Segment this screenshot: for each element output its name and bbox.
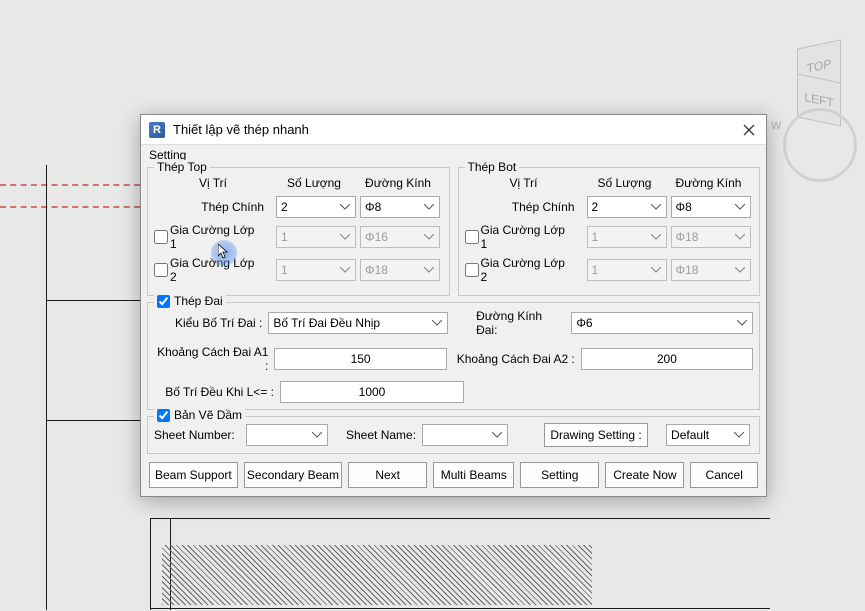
compass-ring[interactable] — [783, 108, 857, 182]
thep-bot-legend: Thép Bot — [465, 160, 520, 174]
khoang-cach-a2-input[interactable] — [581, 348, 753, 370]
compass-w-label: W — [771, 120, 781, 132]
secondary-beam-button[interactable]: Secondary Beam — [244, 462, 342, 488]
create-now-button[interactable]: Create Now — [605, 462, 684, 488]
thep-top-group: Thép Top Vị Trí Số Lượng Đường Kính Thép… — [147, 167, 450, 296]
top-layer2-dia-select[interactable]: Φ18 — [360, 259, 440, 281]
cancel-button[interactable]: Cancel — [690, 462, 758, 488]
multi-beams-button[interactable]: Multi Beams — [433, 462, 514, 488]
setting-label: Setting — [541, 468, 578, 482]
secondary-beam-label: Secondary Beam — [247, 468, 339, 482]
bot-layer1-checkbox[interactable] — [465, 230, 479, 244]
bot-layer2-label: Gia Cường Lớp 2 — [479, 256, 575, 284]
next-label: Next — [375, 468, 400, 482]
bot-layer1-dia-select[interactable]: Φ18 — [671, 226, 751, 248]
duong-kinh-dai-label: Đường Kính Đai: — [476, 309, 565, 337]
beam-support-button[interactable]: Beam Support — [149, 462, 238, 488]
bot-layer2-dia-select[interactable]: Φ18 — [671, 259, 751, 281]
kieu-bo-tri-select[interactable]: Bố Trí Đai Đều Nhịp — [268, 312, 448, 334]
bot-layer2-qty-select[interactable]: 1 — [587, 259, 667, 281]
bot-col-dia: Đường Kính — [667, 176, 751, 190]
ban-ve-dam-group: Bản Vẽ Dầm Sheet Number: Sheet Name: Dra… — [147, 416, 760, 454]
sheet-name-select[interactable] — [422, 424, 508, 446]
create-now-label: Create Now — [613, 468, 676, 482]
thep-dai-group: Thép Đai Kiểu Bố Trí Đai : Bố Trí Đai Đề… — [147, 302, 760, 410]
khoang-cach-a1-label: Khoảng Cách Đai A1 : — [154, 345, 268, 373]
thep-dai-checkbox[interactable] — [157, 295, 170, 308]
drawing-setting-button[interactable]: Drawing Setting : — [544, 423, 648, 447]
top-main-qty-select[interactable]: 2 — [276, 196, 356, 218]
top-col-pos: Vị Trí — [154, 176, 272, 190]
bot-main-qty-select[interactable]: 2 — [587, 196, 667, 218]
thep-dai-legend: Thép Đai — [174, 294, 223, 308]
beam-support-label: Beam Support — [155, 468, 232, 482]
bot-layer1-label: Gia Cường Lớp 1 — [479, 223, 575, 251]
cancel-label: Cancel — [706, 468, 743, 482]
top-col-qty: Số Lượng — [272, 176, 356, 190]
kieu-bo-tri-label: Kiểu Bố Trí Đai : — [154, 316, 262, 330]
default-select[interactable]: Default — [666, 424, 750, 446]
button-row: Beam Support Secondary Beam Next Multi B… — [147, 462, 760, 488]
top-layer1-qty-select[interactable]: 1 — [276, 226, 356, 248]
close-icon — [743, 124, 755, 136]
rebar-setup-dialog: R Thiết lập vẽ thép nhanh Setting Thép T… — [140, 114, 767, 497]
titlebar: R Thiết lập vẽ thép nhanh — [141, 115, 766, 145]
ban-ve-dam-checkbox[interactable] — [157, 409, 170, 422]
multi-beams-label: Multi Beams — [441, 468, 507, 482]
bot-main-dia-select[interactable]: Φ8 — [671, 196, 751, 218]
next-button[interactable]: Next — [348, 462, 427, 488]
top-layer2-checkbox[interactable] — [154, 263, 168, 277]
top-main-dia-select[interactable]: Φ8 — [360, 196, 440, 218]
view-cube[interactable]: TOP LEFT W — [777, 38, 863, 158]
ban-ve-dam-legend: Bản Vẽ Dầm — [174, 408, 242, 422]
bot-layer2-checkbox[interactable] — [465, 263, 479, 277]
close-button[interactable] — [740, 121, 758, 139]
bo-tri-deu-l-label: Bố Trí Đều Khi L<= : — [154, 385, 274, 399]
khoang-cach-a2-label: Khoảng Cách Đai A2 : — [453, 352, 575, 366]
top-main-label: Thép Chính — [154, 200, 268, 214]
top-col-dia: Đường Kính — [356, 176, 440, 190]
top-layer1-label: Gia Cường Lớp 1 — [168, 223, 264, 251]
duong-kinh-dai-select[interactable]: Φ6 — [571, 312, 753, 334]
sheet-number-label: Sheet Number: — [154, 428, 240, 442]
setting-button[interactable]: Setting — [520, 462, 599, 488]
sheet-name-label: Sheet Name: — [346, 428, 416, 442]
revit-icon: R — [149, 122, 165, 138]
drawing-setting-label: Drawing Setting : — [550, 428, 641, 442]
sheet-number-select[interactable] — [246, 424, 328, 446]
bot-col-qty: Số Lượng — [583, 176, 667, 190]
bo-tri-deu-l-input[interactable] — [280, 381, 464, 403]
dialog-title: Thiết lập vẽ thép nhanh — [173, 122, 740, 137]
bot-main-label: Thép Chính — [465, 200, 579, 214]
thep-bot-group: Thép Bot Vị Trí Số Lượng Đường Kính Thép… — [458, 167, 761, 296]
menu-setting[interactable]: Setting — [141, 145, 766, 165]
bot-layer1-qty-select[interactable]: 1 — [587, 226, 667, 248]
thep-top-legend: Thép Top — [154, 160, 210, 174]
top-layer1-checkbox[interactable] — [154, 230, 168, 244]
khoang-cach-a1-input[interactable] — [274, 348, 446, 370]
viewcube-top-label: TOP — [807, 56, 831, 75]
top-layer2-label: Gia Cường Lớp 2 — [168, 256, 264, 284]
top-layer2-qty-select[interactable]: 1 — [276, 259, 356, 281]
top-layer1-dia-select[interactable]: Φ16 — [360, 226, 440, 248]
bot-col-pos: Vị Trí — [465, 176, 583, 190]
